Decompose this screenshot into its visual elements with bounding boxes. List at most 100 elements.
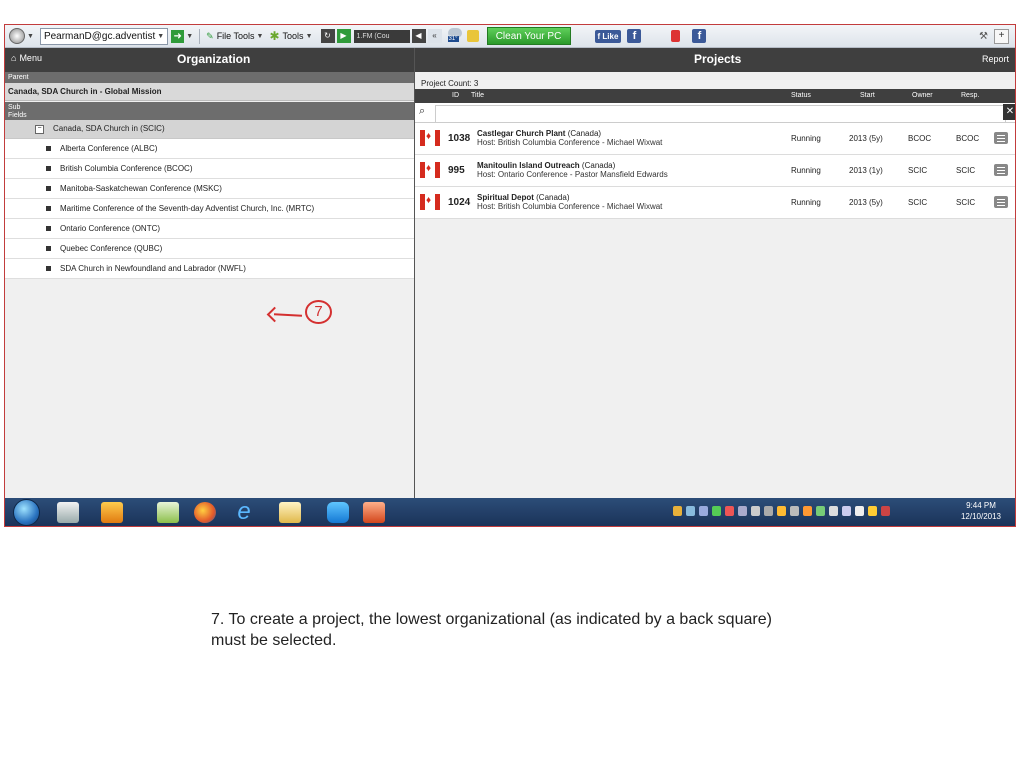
skype-icon[interactable] bbox=[327, 502, 349, 523]
tree-item-label: Maritime Conference of the Seventh-day A… bbox=[60, 204, 315, 213]
col-start[interactable]: Start bbox=[860, 92, 875, 99]
search-input[interactable] bbox=[435, 105, 1006, 123]
outlook-icon[interactable] bbox=[101, 502, 123, 523]
like-label: Like bbox=[602, 31, 619, 41]
tree-item-label: Quebec Conference (QUBC) bbox=[60, 244, 163, 253]
tree-item[interactable]: Maritime Conference of the Seventh-day A… bbox=[5, 199, 414, 219]
parent-organization[interactable]: Canada, SDA Church in - Global Mission bbox=[5, 83, 414, 101]
volume-icon[interactable]: ◀ bbox=[411, 29, 426, 43]
mail-icon[interactable] bbox=[466, 30, 479, 42]
bluetooth-icon[interactable] bbox=[699, 506, 708, 516]
account-dropdown[interactable]: PearmanD@gc.adventist ▼ bbox=[39, 27, 169, 45]
account-label: PearmanD@gc.adventist bbox=[43, 30, 156, 42]
clock-time: 9:44 PM bbox=[966, 501, 996, 510]
file-tools-button[interactable]: File Tools bbox=[217, 31, 255, 41]
tray-icon[interactable] bbox=[686, 506, 695, 516]
taskbar-clock[interactable]: 9:44 PM 12/10/2013 bbox=[961, 500, 1001, 522]
internet-explorer-icon[interactable]: e bbox=[233, 500, 255, 524]
chevron-down-icon[interactable]: ▼ bbox=[27, 33, 34, 40]
row-menu-icon[interactable] bbox=[994, 196, 1008, 208]
notepad-icon[interactable] bbox=[157, 502, 179, 523]
row-menu-icon[interactable] bbox=[994, 164, 1008, 176]
chevron-down-icon[interactable]: ▼ bbox=[186, 33, 193, 40]
project-title[interactable]: Castlegar Church Plant (Canada) bbox=[477, 129, 601, 138]
project-title[interactable]: Spiritual Depot (Canada) bbox=[477, 193, 569, 202]
col-resp[interactable]: Resp. bbox=[961, 92, 979, 99]
project-row[interactable]: 1024 Spiritual Depot (Canada) Host: Brit… bbox=[415, 187, 1015, 219]
close-icon[interactable]: ✕ bbox=[1003, 104, 1015, 120]
tray-icon[interactable] bbox=[803, 506, 812, 516]
tree-item[interactable]: Manitoba-Saskatchewan Conference (MSKC) bbox=[5, 179, 414, 199]
network-icon[interactable] bbox=[829, 506, 838, 516]
rewind-icon[interactable]: « bbox=[427, 29, 442, 43]
start-button-icon[interactable] bbox=[13, 499, 40, 526]
slide-caption: 7. To create a project, the lowest organ… bbox=[211, 611, 772, 649]
report-link[interactable]: Report bbox=[982, 54, 1009, 64]
powerpoint-icon[interactable] bbox=[363, 502, 385, 523]
tree-parent-item[interactable]: − Canada, SDA Church in (SCIC) bbox=[5, 120, 414, 139]
file-tools-icon: ✎ bbox=[206, 30, 214, 41]
flag-icon[interactable] bbox=[751, 506, 760, 516]
facebook-notification-icon[interactable]: f bbox=[692, 29, 707, 43]
col-title[interactable]: Title bbox=[471, 92, 484, 99]
project-owner: SCIC bbox=[908, 166, 928, 175]
collapse-icon[interactable]: − bbox=[35, 125, 44, 134]
file-explorer-icon[interactable] bbox=[279, 502, 301, 523]
menu-button[interactable]: ⌂ Menu bbox=[11, 53, 42, 63]
tree-item[interactable]: Quebec Conference (QUBC) bbox=[5, 239, 414, 259]
project-country: (Canada) bbox=[536, 193, 570, 202]
volume-icon[interactable] bbox=[855, 506, 864, 516]
project-name: Manitoulin Island Outreach bbox=[477, 161, 580, 170]
col-owner[interactable]: Owner bbox=[912, 92, 933, 99]
tray-icon[interactable] bbox=[881, 506, 890, 516]
clean-your-pc-button[interactable]: Clean Your PC bbox=[486, 27, 571, 45]
tray-icon[interactable] bbox=[712, 506, 721, 516]
radio-play-icon[interactable]: ▶ bbox=[336, 29, 351, 43]
tray-icon[interactable] bbox=[725, 506, 734, 516]
chevron-down-icon[interactable]: ▼ bbox=[306, 33, 313, 40]
weather-icon[interactable]: 31° bbox=[447, 28, 464, 44]
radio-refresh-icon[interactable]: ↻ bbox=[320, 29, 335, 43]
facebook-like-button[interactable]: f Like bbox=[594, 29, 622, 43]
tray-icon[interactable] bbox=[673, 506, 682, 516]
radio-station[interactable]: 1.FM (Cou bbox=[353, 29, 410, 43]
tray-icon[interactable] bbox=[868, 506, 877, 516]
projects-title: Projects bbox=[694, 52, 742, 66]
project-host: Host: Ontario Conference - Pastor Mansfi… bbox=[477, 170, 668, 179]
gear-icon[interactable] bbox=[9, 28, 25, 44]
row-menu-icon[interactable] bbox=[994, 132, 1008, 144]
tray-icon[interactable] bbox=[738, 506, 747, 516]
tree-item[interactable]: SDA Church in Newfoundland and Labrador … bbox=[5, 259, 414, 279]
wrench-icon[interactable]: ⚒ bbox=[979, 31, 988, 42]
square-bullet-icon bbox=[46, 146, 51, 151]
tray-icon[interactable] bbox=[842, 506, 851, 516]
project-title[interactable]: Manitoulin Island Outreach (Canada) bbox=[477, 161, 615, 170]
project-start: 2013 (5y) bbox=[849, 198, 883, 207]
tree-item[interactable]: Ontario Conference (ONTC) bbox=[5, 219, 414, 239]
project-start: 2013 (1y) bbox=[849, 166, 883, 175]
add-tab-icon[interactable]: + bbox=[994, 28, 1009, 44]
firefox-icon[interactable] bbox=[194, 502, 216, 523]
project-id: 1024 bbox=[448, 197, 471, 208]
tray-icon[interactable] bbox=[790, 506, 799, 516]
system-tray bbox=[673, 506, 890, 516]
tree-item[interactable]: Alberta Conference (ALBC) bbox=[5, 139, 414, 159]
square-bullet-icon bbox=[46, 166, 51, 171]
tree-item[interactable]: British Columbia Conference (BCOC) bbox=[5, 159, 414, 179]
login-arrow-icon[interactable]: ➜ bbox=[171, 29, 185, 43]
windows-taskbar: e 9:44 PM 12/10/2013 bbox=[5, 498, 1015, 526]
project-row[interactable]: 1038 Castlegar Church Plant (Canada) Hos… bbox=[415, 123, 1015, 155]
chevron-down-icon[interactable]: ▼ bbox=[257, 33, 264, 40]
project-row[interactable]: 995 Manitoulin Island Outreach (Canada) … bbox=[415, 155, 1015, 187]
facebook-icon[interactable]: f bbox=[627, 29, 642, 43]
trash-icon[interactable] bbox=[671, 30, 681, 42]
tray-icon[interactable] bbox=[777, 506, 786, 516]
col-id[interactable]: ID bbox=[452, 92, 459, 99]
tray-icon[interactable] bbox=[816, 506, 825, 516]
separator bbox=[199, 28, 201, 44]
tray-icon[interactable] bbox=[764, 506, 773, 516]
col-status[interactable]: Status bbox=[791, 92, 811, 99]
tools-button[interactable]: Tools bbox=[283, 31, 304, 41]
project-owner: SCIC bbox=[908, 198, 928, 207]
media-player-icon[interactable] bbox=[57, 502, 79, 523]
